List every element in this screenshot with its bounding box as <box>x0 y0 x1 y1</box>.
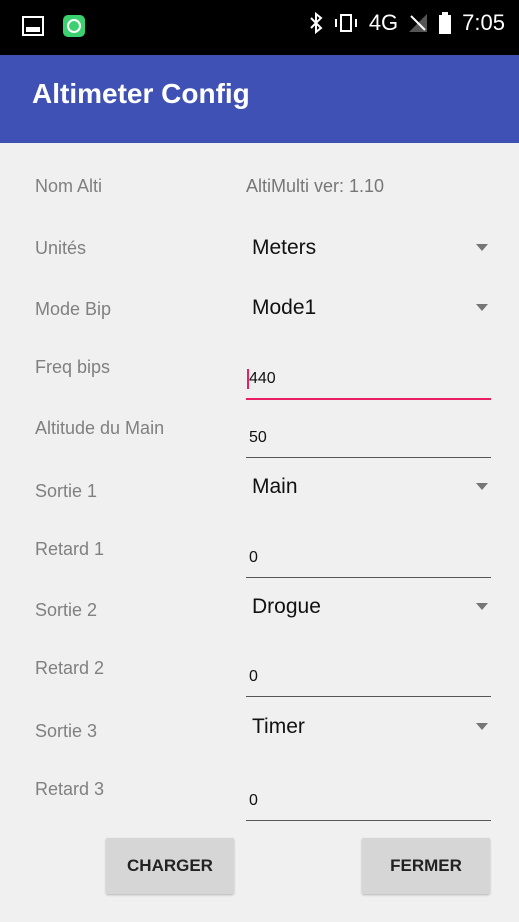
retard1-label: Retard 1 <box>35 539 105 559</box>
image-icon <box>22 16 44 36</box>
sortie1-spinner[interactable]: Main <box>246 471 492 511</box>
sortie1-label: Sortie 1 <box>35 481 98 501</box>
clock: 7:05 <box>462 10 505 35</box>
retard2-value: 0 <box>249 668 258 685</box>
app-bar: Altimeter Config <box>0 55 519 143</box>
freq-bips-value: 440 <box>249 370 276 387</box>
sortie2-value: Drogue <box>252 595 321 618</box>
dropdown-arrow-icon <box>476 723 488 730</box>
sortie3-value: Timer <box>252 715 305 738</box>
retard3-input[interactable]: 0 <box>246 776 491 821</box>
freq-bips-label: Freq bips <box>35 357 111 377</box>
retard1-value: 0 <box>249 549 258 566</box>
sortie3-spinner[interactable]: Timer <box>246 711 492 751</box>
fermer-button[interactable]: FERMER <box>362 838 490 894</box>
retard2-input[interactable]: 0 <box>246 652 491 697</box>
altitude-main-value: 50 <box>249 429 267 446</box>
dropdown-arrow-icon <box>476 304 488 311</box>
bluetooth-icon <box>310 12 323 34</box>
vibrate-icon <box>334 14 357 32</box>
altitude-main-label: Altitude du Main <box>35 418 165 438</box>
unites-label: Unités <box>35 238 87 258</box>
sortie2-spinner[interactable]: Drogue <box>246 591 492 631</box>
mode-bip-value: Mode1 <box>252 296 317 319</box>
retard2-label: Retard 2 <box>35 658 105 678</box>
sortie3-label: Sortie 3 <box>35 721 98 741</box>
altitude-main-input[interactable]: 50 <box>246 413 491 458</box>
unites-spinner[interactable]: Meters <box>246 232 492 272</box>
signal-icon <box>409 14 428 32</box>
status-bar: 4G 7:05 <box>0 0 519 55</box>
nom-alti-value: AltiMulti ver: 1.10 <box>246 176 385 196</box>
sortie1-value: Main <box>252 475 298 498</box>
battery-icon <box>439 12 452 34</box>
dropdown-arrow-icon <box>476 244 488 251</box>
retard1-input[interactable]: 0 <box>246 533 491 578</box>
network-type: 4G <box>368 10 399 35</box>
dropdown-arrow-icon <box>476 603 488 610</box>
dropdown-arrow-icon <box>476 483 488 490</box>
sortie2-label: Sortie 2 <box>35 600 98 620</box>
page-title: Altimeter Config <box>32 78 250 109</box>
unites-value: Meters <box>252 236 317 259</box>
mode-bip-spinner[interactable]: Mode1 <box>246 292 492 332</box>
mode-bip-label: Mode Bip <box>35 299 112 319</box>
app-icon <box>63 15 85 37</box>
freq-bips-input[interactable]: 440 <box>246 354 491 400</box>
retard3-label: Retard 3 <box>35 779 105 799</box>
retard3-value: 0 <box>249 792 258 809</box>
charger-button[interactable]: CHARGER <box>106 838 234 894</box>
nom-alti-label: Nom Alti <box>35 176 103 196</box>
